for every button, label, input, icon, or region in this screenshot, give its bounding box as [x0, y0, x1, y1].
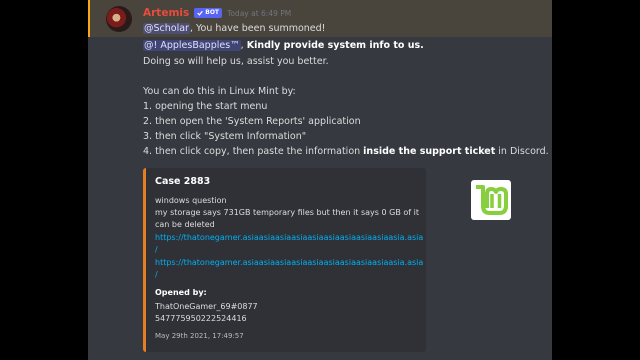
embed-desc-line: windows question [155, 196, 227, 205]
bot-tag-label: BOT [205, 9, 220, 16]
field-value-user: ThatOneGamer_69#0877 [155, 302, 258, 311]
summon-text: , You have been summoned! [189, 23, 326, 34]
step-4-pre: 4. then click copy, then paste the infor… [143, 146, 364, 157]
linux-mint-logo-icon[interactable] [471, 180, 511, 220]
embed-link[interactable]: https://thatonegamer.asiaasiaasiaasiaasi… [155, 233, 423, 242]
step-4-bold: inside the support ticket [363, 146, 496, 157]
username[interactable]: Artemis [143, 7, 189, 19]
embed-link-cont[interactable]: / [155, 270, 158, 279]
step-2: 2. then open the 'System Reports' applic… [143, 116, 361, 127]
step-4: 4. then click copy, then paste the infor… [143, 146, 552, 157]
check-icon [197, 10, 204, 16]
embed-desc-line: my storage says 731GB temporary files bu… [155, 208, 419, 217]
timestamp: Today at 6:49 PM [227, 8, 292, 18]
summon-line: @Scholar, You have been summoned! [143, 23, 326, 34]
step-1: 1. opening the start menu [143, 101, 268, 112]
embed-link[interactable]: https://thatonegamer.asiaasiaasiaasiaasi… [155, 258, 423, 267]
bot-tag: BOT [194, 8, 223, 18]
step-4-post: in Discord. " [495, 146, 552, 157]
step-3: 3. then click "System Information" [143, 131, 307, 142]
linux-intro: You can do this in Linux Mint by: [143, 86, 296, 97]
scholar-mention[interactable]: @Scholar [143, 23, 190, 34]
field-name: Opened by: [155, 288, 207, 297]
help-line: Doing so will help us, assist you better… [143, 56, 329, 67]
field-value-id: 547775950222524416 [155, 314, 247, 323]
message-header: Artemis BOT Today at 6:49 PM [143, 6, 291, 20]
avatar[interactable] [106, 6, 132, 32]
case-embed: Case 2883 windows question my storage sa… [143, 168, 426, 352]
user-mention[interactable]: @! ApplesBapples™ [143, 40, 241, 51]
chat-panel: Artemis BOT Today at 6:49 PM @Scholar, Y… [88, 0, 552, 360]
request-text: Kindly provide system info to us. [246, 40, 424, 51]
request-line: @! ApplesBapples™, Kindly provide system… [143, 40, 424, 51]
embed-link-cont[interactable]: / [155, 245, 158, 254]
embed-desc-line: can be deleted [155, 220, 215, 229]
embed-title: Case 2883 [155, 176, 211, 187]
embed-footer: May 29th 2021, 17:49:57 [155, 332, 244, 340]
